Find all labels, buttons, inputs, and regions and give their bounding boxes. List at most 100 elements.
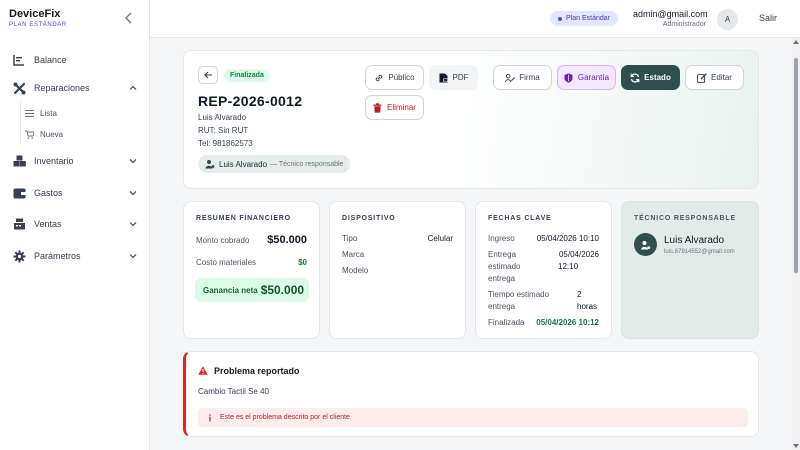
amount-charged-value: $50.000 (267, 234, 307, 246)
wallet-icon (12, 186, 26, 200)
brand[interactable]: DeviceFix PLAN ESTÁNDAR (9, 8, 67, 28)
submenu-divider (20, 101, 21, 143)
scroll-thumb[interactable] (794, 58, 798, 273)
sidebar-subitem-label: Lista (40, 108, 57, 118)
chevron-down-icon (129, 252, 137, 260)
delivery-value-time: 12:10 (558, 262, 579, 271)
intake-label: Ingreso (488, 234, 515, 243)
register-icon (12, 217, 26, 231)
technician-email: luis.87914552@gmail.com (664, 249, 735, 255)
financial-title: RESUMEN FINANCIERO (196, 215, 291, 222)
sidebar-item-label: Inventario (34, 156, 74, 166)
user-email: admin@gmail.com (633, 9, 708, 19)
delivery-value-date: 05/04/2026 (558, 250, 599, 259)
list-icon (25, 109, 34, 118)
chart-icon (12, 53, 26, 67)
sidebar-item-label: Ventas (34, 219, 62, 229)
sync-icon (630, 72, 640, 83)
estimated-time-value-number: 2 (577, 290, 582, 299)
signature-button[interactable]: Firma (493, 65, 552, 90)
user-pen-icon (505, 73, 516, 83)
avatar[interactable]: A (717, 9, 738, 30)
problem-note: Este es el problema descrito por el clie… (198, 408, 748, 427)
finished-label: Finalizada (488, 318, 525, 327)
delivery-label-line3: entrega (488, 274, 516, 283)
pdf-button[interactable]: PDF (429, 65, 478, 90)
back-button[interactable] (198, 66, 218, 84)
brand-plan: PLAN ESTÁNDAR (9, 22, 67, 28)
financial-summary-card: RESUMEN FINANCIERO Monto cobrado $50.000… (183, 201, 320, 339)
problem-title: Problema reportado (198, 366, 300, 376)
sidebar-subitem-lista[interactable]: Lista (25, 106, 57, 120)
technician-name: Luis Alvarado (664, 235, 725, 246)
boxes-icon (12, 154, 26, 168)
intake-value: 05/04/2026 10:10 (536, 234, 599, 243)
edit-button-label: Editar (711, 73, 732, 82)
public-button[interactable]: Público (365, 65, 424, 90)
sidebar-item-label: Balance (34, 55, 67, 65)
technician-chip-role: — Técnico responsable (270, 160, 344, 168)
sidebar-item-label: Gastos (34, 188, 63, 198)
scroll-down-arrow-icon[interactable] (793, 444, 799, 448)
delete-button[interactable]: Eliminar (365, 95, 424, 120)
arrow-left-icon (203, 71, 212, 79)
sidebar-item-gastos[interactable]: Gastos (0, 183, 150, 203)
scroll-up-arrow-icon[interactable] (793, 40, 799, 44)
logout-button[interactable]: Salir (759, 13, 777, 23)
plan-badge-label: Plan Estándar (566, 15, 610, 22)
file-pdf-icon (439, 73, 449, 83)
signature-button-label: Firma (519, 73, 540, 82)
warranty-button[interactable]: Garantía (557, 65, 616, 90)
customer-name: Luis Alvarado (198, 113, 247, 122)
warning-icon (198, 366, 208, 376)
status-badge: Finalizada (224, 69, 270, 82)
estimated-time-label-line2: entrega (488, 302, 516, 311)
repair-id: REP-2026-0012 (198, 93, 303, 109)
material-cost-label: Costo materiales (196, 258, 257, 267)
status-button[interactable]: Estado (621, 65, 680, 90)
dates-title: FECHAS CLAVE (488, 215, 552, 222)
trash-icon (373, 102, 383, 113)
sidebar-item-inventario[interactable]: Inventario (0, 151, 150, 171)
problem-note-text: Este es el problema descrito por el clie… (220, 414, 350, 421)
finished-value: 05/04/2026 10:12 (536, 318, 599, 327)
sidebar-item-ventas[interactable]: Ventas (0, 214, 150, 234)
chevron-left-icon (125, 12, 132, 24)
net-profit-box: Ganancia neta $50.000 (195, 278, 309, 302)
sidebar-item-balance[interactable]: Balance (0, 50, 150, 70)
estimated-time-label-line1: Tiempo estimado (488, 290, 550, 299)
pdf-button-label: PDF (452, 73, 469, 82)
user-role: Administrador (662, 21, 706, 28)
status-button-label: Estado (644, 73, 671, 82)
public-button-label: Público (388, 73, 415, 82)
scrollbar[interactable] (792, 38, 800, 450)
chevron-up-icon (129, 84, 137, 92)
plan-badge: Plan Estándar (550, 11, 618, 26)
repair-header-card: Finalizada REP-2026-0012 Luis Alvarado R… (183, 50, 759, 189)
device-brand-label: Marca (342, 250, 365, 259)
net-profit-value: $50.000 (260, 283, 305, 297)
sidebar-item-parametros[interactable]: Parámetros (0, 246, 150, 266)
delivery-label-line2: estimado (488, 262, 521, 271)
customer-rut: RUT: Sin RUT (198, 126, 249, 135)
sidebar-subitem-label: Nueva (40, 129, 64, 139)
device-model-label: Modelo (342, 266, 369, 275)
sidebar-item-reparaciones[interactable]: Reparaciones (0, 78, 150, 98)
material-cost-value: $0 (298, 258, 307, 267)
user-gear-icon (205, 159, 215, 169)
device-type-label: Tipo (342, 234, 358, 243)
sidebar-subitem-nueva[interactable]: Nueva (25, 127, 63, 141)
status-dot-icon (558, 16, 562, 21)
technician-chip-name: Luis Alvarado (219, 159, 268, 169)
collapse-sidebar-button[interactable] (123, 11, 135, 25)
technician-title: TÉCNICO RESPONSABLE (634, 215, 736, 222)
sidebar: DeviceFix PLAN ESTÁNDAR Balance Reparaci… (0, 0, 150, 450)
amount-charged-label: Monto cobrado (196, 236, 250, 245)
technician-card: TÉCNICO RESPONSABLE Luis Alvarado luis.8… (621, 201, 759, 339)
top-header: Plan Estándar admin@gmail.com Administra… (150, 0, 800, 38)
delivery-label-line1: Entrega (488, 250, 517, 259)
cart-plus-icon (25, 130, 34, 139)
edit-button[interactable]: Editar (685, 65, 744, 90)
technician-chip: Luis Alvarado — Técnico responsable (198, 155, 351, 173)
problem-card: Problema reportado Cambio Tactil Se 40 E… (183, 351, 759, 437)
